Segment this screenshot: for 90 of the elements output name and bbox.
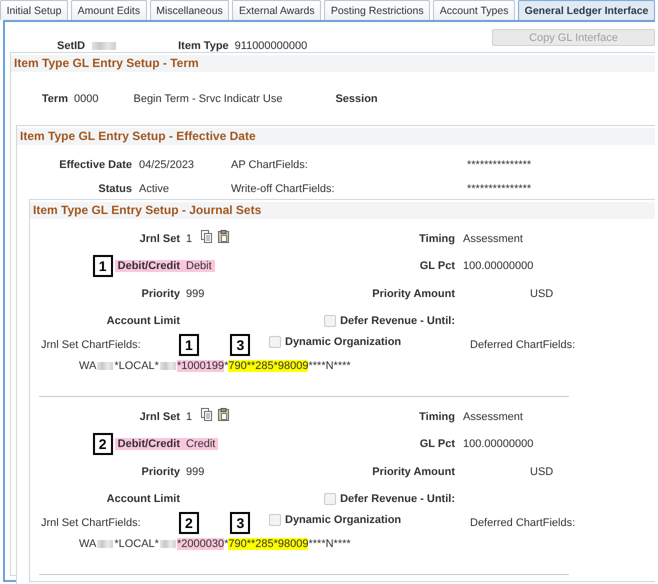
redacted-block bbox=[160, 540, 176, 548]
field-label: Priority Amount bbox=[372, 466, 455, 478]
field-value: Credit bbox=[180, 438, 218, 450]
checkbox[interactable] bbox=[324, 493, 336, 505]
field-label: Account Limit bbox=[106, 315, 180, 327]
field-value: USD bbox=[530, 288, 554, 300]
chartfield-text: * bbox=[224, 360, 228, 372]
field-value: Active bbox=[139, 183, 170, 195]
redacted-block bbox=[97, 362, 114, 370]
field-label: AP ChartFields: bbox=[231, 159, 309, 171]
field-label: Status bbox=[97, 183, 132, 195]
field-value: 999 bbox=[186, 466, 206, 478]
highlighted-chartfield: *2000030 bbox=[176, 538, 224, 550]
field-label: Timing bbox=[419, 233, 455, 245]
chartfield-text: ****N**** bbox=[308, 538, 351, 550]
highlighted-chartfield: 790**285*98009 bbox=[228, 538, 308, 550]
chartfield-text: WA bbox=[79, 538, 96, 550]
field-value: Debit bbox=[180, 260, 215, 272]
callout-number: 2 bbox=[92, 433, 113, 455]
checkbox-label: Dynamic Organization bbox=[285, 514, 402, 526]
field-label: Jrnl Set ChartFields: bbox=[40, 517, 141, 529]
field-value: Assessment bbox=[463, 411, 523, 423]
tab[interactable]: External Awards bbox=[232, 0, 322, 20]
field-label: Term bbox=[40, 93, 68, 105]
callout-number: 3 bbox=[230, 512, 250, 534]
field-label: Jrnl Set bbox=[140, 411, 180, 423]
chartfield-text: *LOCAL* bbox=[114, 360, 159, 372]
chartfield-text: WA bbox=[79, 360, 96, 372]
chartfield-text: ****N**** bbox=[308, 360, 351, 372]
field-label: Write-off ChartFields: bbox=[231, 183, 336, 195]
redacted-block bbox=[92, 42, 116, 50]
checkbox-label: Defer Revenue - Until: bbox=[340, 493, 455, 505]
callout-number: 3 bbox=[230, 334, 250, 356]
tab[interactable]: General Ledger Interface bbox=[518, 0, 655, 20]
field-label: Deferred ChartFields: bbox=[470, 517, 576, 529]
field-label: Session bbox=[335, 93, 378, 105]
field-value: 0000 bbox=[74, 93, 98, 105]
callout-number: 1 bbox=[178, 334, 199, 356]
field-label: Debit/Credit bbox=[114, 438, 180, 450]
field-label: Deferred ChartFields: bbox=[470, 339, 576, 351]
highlighted-chartfield: 790**285*98009 bbox=[228, 360, 308, 372]
field-value: 04/25/2023 bbox=[139, 159, 196, 171]
field-label: Item Type bbox=[178, 40, 229, 52]
checkbox[interactable] bbox=[324, 315, 336, 327]
field-label: Account Limit bbox=[106, 493, 180, 505]
field-label: SetID bbox=[57, 40, 86, 52]
chartfield-text: *LOCAL* bbox=[114, 538, 159, 550]
field-label: Jrnl Set bbox=[140, 233, 180, 245]
redacted-block bbox=[160, 362, 176, 370]
tab[interactable]: Miscellaneous bbox=[150, 0, 230, 20]
callout-number: 1 bbox=[92, 255, 113, 277]
field-value: USD bbox=[530, 466, 554, 478]
checkbox[interactable] bbox=[269, 514, 281, 526]
field-label: GL Pct bbox=[420, 260, 455, 272]
copy-icon[interactable] bbox=[201, 230, 212, 242]
field-label: Priority bbox=[141, 466, 180, 478]
field-value: *************** bbox=[467, 183, 532, 195]
field-label: Priority Amount bbox=[372, 288, 455, 300]
tab[interactable]: Account Types bbox=[433, 0, 516, 20]
section-title: Item Type GL Entry Setup - Term bbox=[11, 55, 655, 72]
field-value: 1 bbox=[186, 411, 192, 423]
field-value: 100.00000000 bbox=[463, 260, 534, 272]
highlighted-chartfield: *1000199 bbox=[176, 360, 224, 372]
field-value: 100.00000000 bbox=[463, 438, 534, 450]
field-label: Jrnl Set ChartFields: bbox=[40, 339, 141, 351]
field-label: Priority bbox=[141, 288, 180, 300]
field-label: GL Pct bbox=[420, 438, 455, 450]
field-label: Debit/Credit bbox=[114, 260, 180, 272]
tab[interactable]: Amount Edits bbox=[71, 0, 147, 20]
section-title: Item Type GL Entry Setup - Effective Date bbox=[17, 128, 655, 145]
copy-icon[interactable] bbox=[201, 408, 212, 420]
field-value: Begin Term - Srvc Indicatr Use bbox=[133, 93, 282, 105]
field-label: Timing bbox=[419, 411, 455, 423]
field-value: 1 bbox=[186, 233, 192, 245]
field-label: Effective Date bbox=[58, 159, 132, 171]
checkbox-label: Dynamic Organization bbox=[285, 336, 402, 348]
field-value: *************** bbox=[467, 159, 532, 171]
field-value: 911000000000 bbox=[234, 40, 308, 52]
checkbox[interactable] bbox=[269, 336, 281, 348]
checkbox-label: Defer Revenue - Until: bbox=[340, 315, 455, 327]
callout-number: 2 bbox=[178, 512, 199, 534]
field-value: 999 bbox=[186, 288, 206, 300]
field-value: Assessment bbox=[463, 233, 523, 245]
tab[interactable]: Initial Setup bbox=[0, 0, 68, 20]
clipboard-icon[interactable] bbox=[218, 408, 230, 420]
redacted-block bbox=[97, 540, 114, 548]
clipboard-icon[interactable] bbox=[218, 230, 230, 242]
chartfield-text: * bbox=[224, 538, 228, 550]
section-title: Item Type GL Entry Setup - Journal Sets bbox=[30, 202, 655, 219]
tab[interactable]: Posting Restrictions bbox=[324, 0, 430, 20]
